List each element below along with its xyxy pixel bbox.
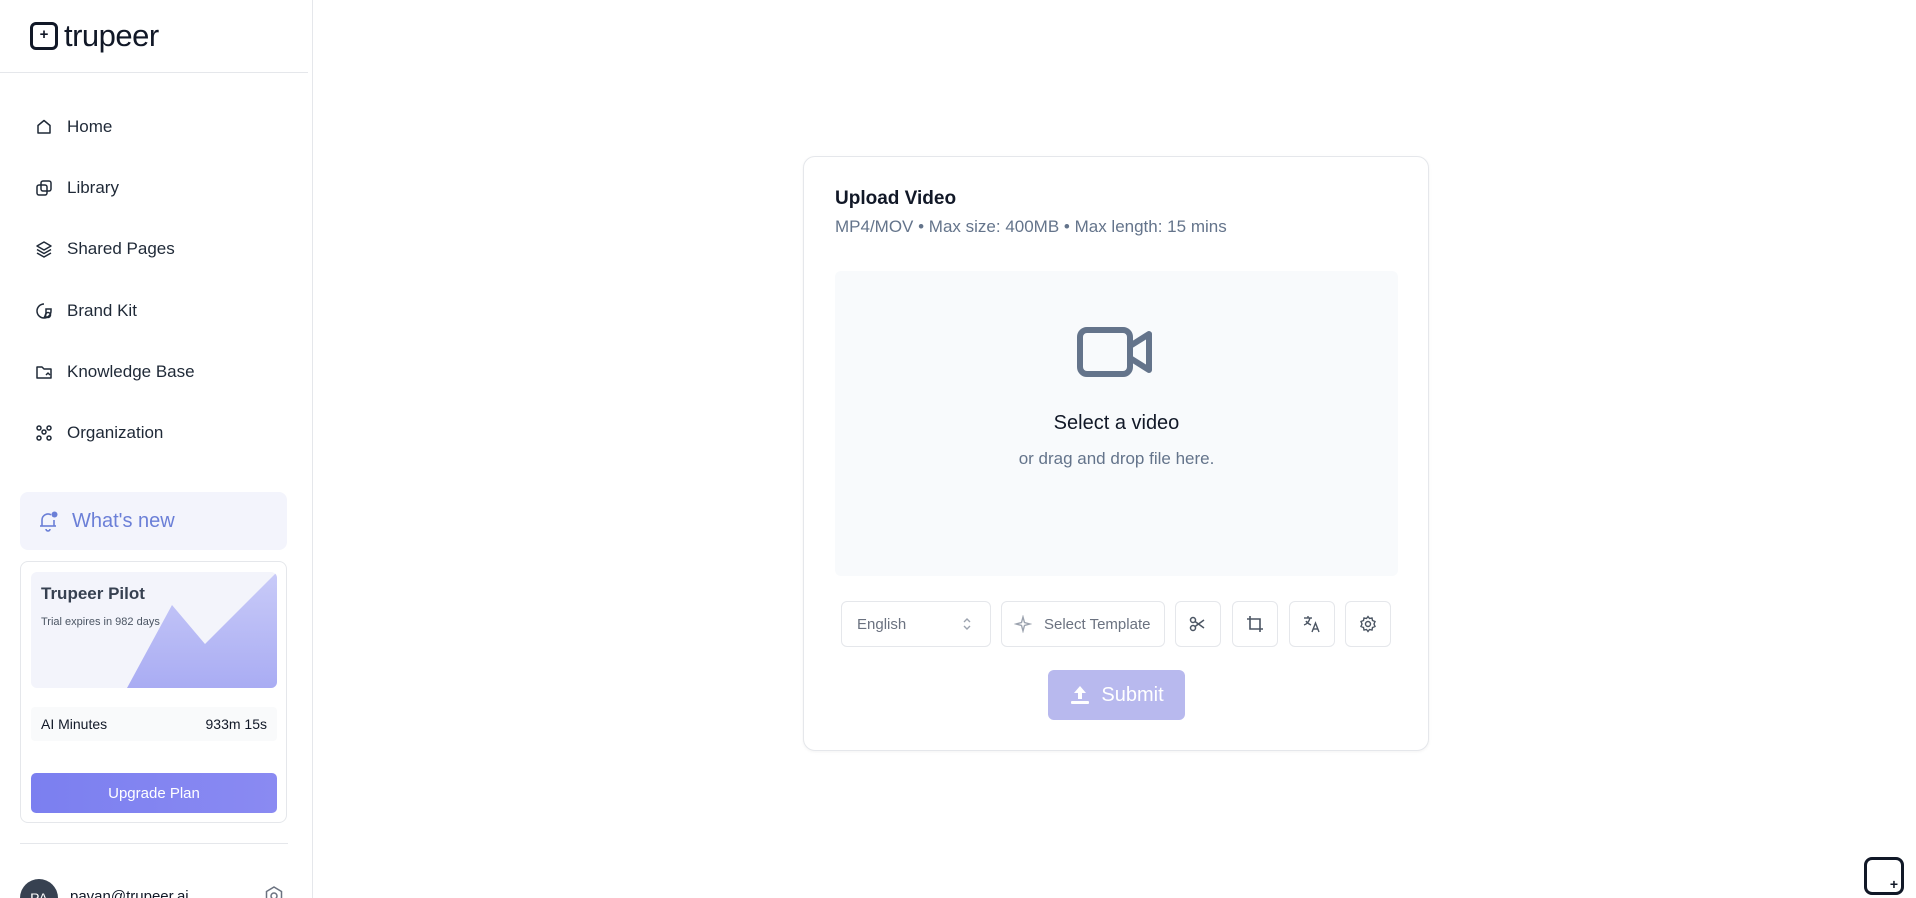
crop-button[interactable] — [1232, 601, 1278, 647]
avatar[interactable]: PA — [20, 879, 58, 898]
language-select[interactable]: English — [841, 601, 991, 647]
trupeer-logo-icon — [30, 22, 58, 50]
ai-minutes-value: 933m 15s — [205, 716, 267, 732]
organization-icon — [36, 425, 52, 441]
sidebar-item-label: Library — [67, 178, 119, 198]
plan-card: Trupeer Pilot Trial expires in 982 days … — [20, 561, 287, 823]
crop-icon — [1247, 616, 1263, 632]
plan-title: Trupeer Pilot — [41, 584, 145, 603]
select-template-button[interactable]: Select Template — [1001, 601, 1165, 647]
sidebar-item-shared-pages[interactable]: Shared Pages — [20, 229, 288, 269]
sidebar-item-library[interactable]: Library — [20, 168, 288, 208]
sidebar-item-label: Home — [67, 117, 113, 136]
trim-button[interactable] — [1175, 601, 1221, 647]
translate-icon — [1303, 616, 1320, 633]
plan-hero: Trupeer Pilot Trial expires in 982 days — [31, 572, 277, 688]
translate-button[interactable] — [1289, 601, 1335, 647]
submit-label: Submit — [1101, 683, 1164, 706]
sidebar-divider — [20, 843, 288, 844]
sparkle-icon — [1014, 615, 1032, 633]
upload-requirements: MP4/MOV • Max size: 400MB • Max length: … — [835, 217, 1227, 236]
help-widget-icon[interactable] — [1864, 857, 1904, 895]
sidebar-divider — [0, 72, 308, 73]
select-template-label: Select Template — [1044, 615, 1151, 633]
drop-subtitle: or drag and drop file here. — [1018, 449, 1215, 468]
settings-icon — [1360, 615, 1376, 633]
plan-decoration — [127, 572, 277, 688]
sidebar-item-home[interactable]: Home — [20, 107, 288, 147]
upload-title: Upload Video — [835, 188, 957, 209]
sidebar-item-label: Shared Pages — [67, 239, 175, 259]
scissors-icon — [1189, 616, 1205, 632]
upgrade-plan-button[interactable]: Upgrade Plan — [31, 773, 277, 813]
sidebar-nav: Home Library Shared Pages Brand Kit Know… — [20, 107, 288, 474]
brand-name: trupeer — [64, 18, 159, 53]
video-camera-icon — [1077, 327, 1152, 377]
sidebar-item-label: Knowledge Base — [67, 361, 195, 381]
drop-title: Select a video — [1053, 412, 1180, 434]
language-value: English — [857, 615, 907, 633]
sidebar-item-brand-kit[interactable]: Brand Kit — [20, 291, 288, 331]
video-drop-zone[interactable]: Select a video or drag and drop file her… — [835, 271, 1398, 576]
library-icon — [36, 180, 52, 196]
brand-kit-icon — [36, 302, 52, 319]
plan-subtitle: Trial expires in 982 days — [41, 616, 160, 628]
home-icon — [37, 119, 51, 134]
bell-icon — [40, 511, 58, 532]
user-email: pavan@trupeer.ai — [70, 888, 189, 898]
upload-card: Upload Video MP4/MOV • Max size: 400MB •… — [803, 156, 1429, 751]
user-settings-icon[interactable] — [263, 885, 285, 898]
user-profile[interactable]: PA pavan@trupeer.ai — [20, 879, 288, 898]
upload-icon — [1071, 686, 1090, 704]
layers-icon — [36, 241, 52, 259]
ai-minutes-label: AI Minutes — [41, 716, 108, 732]
whats-new-label: What's new — [72, 509, 175, 532]
folder-icon — [36, 366, 52, 379]
ai-minutes-row: AI Minutes 933m 15s — [31, 707, 277, 741]
sidebar: trupeer Home Library Shared Pages Brand … — [0, 0, 313, 898]
sidebar-item-label: Organization — [67, 422, 164, 442]
sidebar-item-knowledge-base[interactable]: Knowledge Base — [20, 352, 288, 392]
sidebar-item-label: Brand Kit — [67, 300, 137, 320]
sidebar-item-organization[interactable]: Organization — [20, 413, 288, 453]
chevron-updown-icon — [963, 618, 971, 630]
settings-button[interactable] — [1345, 601, 1391, 647]
submit-button[interactable]: Submit — [1048, 670, 1185, 720]
brand-logo[interactable]: trupeer — [30, 18, 159, 54]
whats-new-button[interactable]: What's new — [20, 492, 287, 550]
